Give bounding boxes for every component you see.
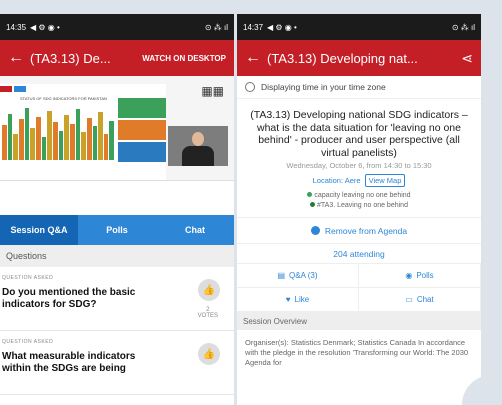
slide-bar [30, 128, 35, 160]
slide-bar [75, 108, 81, 160]
screenshot-frame: 14:35 ◀ ⚙ ◉ • ⊙ ⁂ ıl ← (TA3.13) De... WAT… [0, 0, 502, 405]
slide-bar [24, 107, 30, 160]
slide-bar [69, 124, 75, 160]
status-time: 14:35 [6, 22, 27, 32]
slide-title: STATUS OF SDG INDICATORS FOR PAKISTAN [20, 96, 107, 101]
polls-icon: ◉ [405, 271, 413, 280]
slide-bar [47, 110, 52, 160]
view-map-button[interactable]: View Map [364, 174, 406, 187]
question-asked-label: QUESTION ASKED [2, 339, 54, 345]
session-location: Location: Aere View Map [245, 174, 473, 187]
session-details: (TA3.13) Developing national SDG indicat… [237, 99, 481, 218]
slide-bar [81, 132, 86, 160]
back-arrow-icon[interactable]: ← [8, 49, 30, 67]
status-bar: 14:35 ◀ ⚙ ◉ • ⊙ ⁂ ıl [0, 14, 234, 40]
status-bar: 14:37 ◀ ⚙ ◉ • ⊙ ⁂ ıl [237, 14, 481, 40]
slide-bar [35, 116, 41, 160]
status-icons: ◀ ⚙ ◉ • [267, 22, 297, 32]
question-item: QUESTION ASKED What measurable indicator… [0, 331, 234, 395]
watch-on-desktop-button[interactable]: WATCH ON DESKTOP [142, 54, 226, 63]
action-grid: ▤ Q&A (3) ◉ Polls ♥ Like ▭ Chat [237, 264, 481, 312]
session-tags: capacity leaving no one behind #TA3. Lea… [245, 191, 473, 211]
session-overview-text: Organiser(s): Statistics Denmark; Statis… [245, 338, 469, 367]
like-button[interactable]: ♥ Like [237, 288, 359, 312]
session-time: Wednesday, October 6, from 14:30 to 15:3… [286, 161, 432, 170]
attending-count[interactable]: 204 attending [237, 244, 481, 264]
slide-bar [41, 136, 47, 160]
session-overview-header: Session Overview [237, 312, 481, 330]
app-bar: ← (TA3.13) Developing nat... ⋖ [237, 40, 481, 76]
video-player[interactable]: STATUS OF SDG INDICATORS FOR PAKISTAN ▦▦ [0, 76, 234, 181]
question-text: What measurable indicators within the SD… [2, 351, 136, 374]
slide-bar [13, 133, 18, 160]
session-title: (TA3.13) Developing national SDG indicat… [250, 109, 468, 159]
left-phone-screen: 14:35 ◀ ⚙ ◉ • ⊙ ⁂ ıl ← (TA3.13) De... WAT… [0, 14, 234, 405]
slide-bar [58, 131, 64, 160]
thumbs-up-icon[interactable]: 👍 [198, 343, 220, 365]
slide-bar [18, 119, 24, 160]
slide-bar-chart [2, 102, 115, 160]
app-bar: ← (TA3.13) De... WATCH ON DESKTOP [0, 40, 234, 76]
remove-icon [310, 226, 320, 235]
question-asked-label: QUESTION ASKED [2, 275, 54, 281]
tab-chat[interactable]: Chat [156, 215, 234, 245]
slide-bar [92, 126, 98, 160]
question-text: Do you mentioned the basic indicators fo… [2, 287, 136, 310]
slide-bar [98, 112, 103, 160]
status-right: ⊙ ⁂ ıl [204, 22, 228, 32]
thumbs-up-icon[interactable]: 👍 [198, 279, 220, 301]
slide-bar [109, 120, 115, 160]
session-tabs: Session Q&A Polls Chat [0, 215, 234, 245]
tab-polls[interactable]: Polls [78, 215, 156, 245]
chat-icon: ▭ [405, 295, 413, 304]
tab-session-qa[interactable]: Session Q&A [0, 215, 78, 245]
back-arrow-icon[interactable]: ← [245, 49, 267, 67]
slide-bar [103, 134, 109, 160]
clock-icon [245, 82, 255, 92]
speaker-video [168, 126, 228, 166]
qr-code-icon: ▦▦ [201, 84, 224, 98]
slide-bar [7, 113, 13, 160]
slide-bar [64, 114, 69, 160]
chat-button[interactable]: ▭ Chat [359, 288, 481, 312]
share-icon[interactable]: ⋖ [461, 50, 473, 67]
right-phone-screen: 14:37 ◀ ⚙ ◉ • ⊙ ⁂ ıl ← (TA3.13) Developin… [237, 14, 481, 405]
slide-side-panels [118, 98, 166, 164]
remove-from-agenda-button[interactable]: Remove from Agenda [237, 218, 481, 244]
vote-count: 2 VOTES [197, 307, 218, 319]
slide-bar [52, 122, 58, 160]
qa-button[interactable]: ▤ Q&A (3) [237, 264, 359, 288]
polls-button[interactable]: ◉ Polls [359, 264, 481, 288]
qa-icon: ▤ [277, 271, 286, 280]
status-icons: ◀ ⚙ ◉ • [30, 22, 60, 32]
timezone-notice: Displaying time in your time zone [237, 76, 481, 99]
heart-icon: ♥ [285, 295, 291, 304]
page-title: (TA3.13) Developing nat... [267, 50, 418, 66]
presentation-slide: STATUS OF SDG INDICATORS FOR PAKISTAN [0, 84, 166, 180]
status-time: 14:37 [243, 22, 264, 32]
question-item: QUESTION ASKED Do you mentioned the basi… [0, 267, 234, 331]
page-title: (TA3.13) De... [30, 50, 111, 66]
timezone-text: Displaying time in your time zone [261, 82, 386, 92]
status-right: ⊙ ⁂ ıl [451, 22, 475, 32]
slide-bar [2, 125, 7, 160]
slide-bar [86, 118, 92, 160]
questions-header: Questions [0, 245, 234, 267]
slide-logos [0, 86, 26, 92]
